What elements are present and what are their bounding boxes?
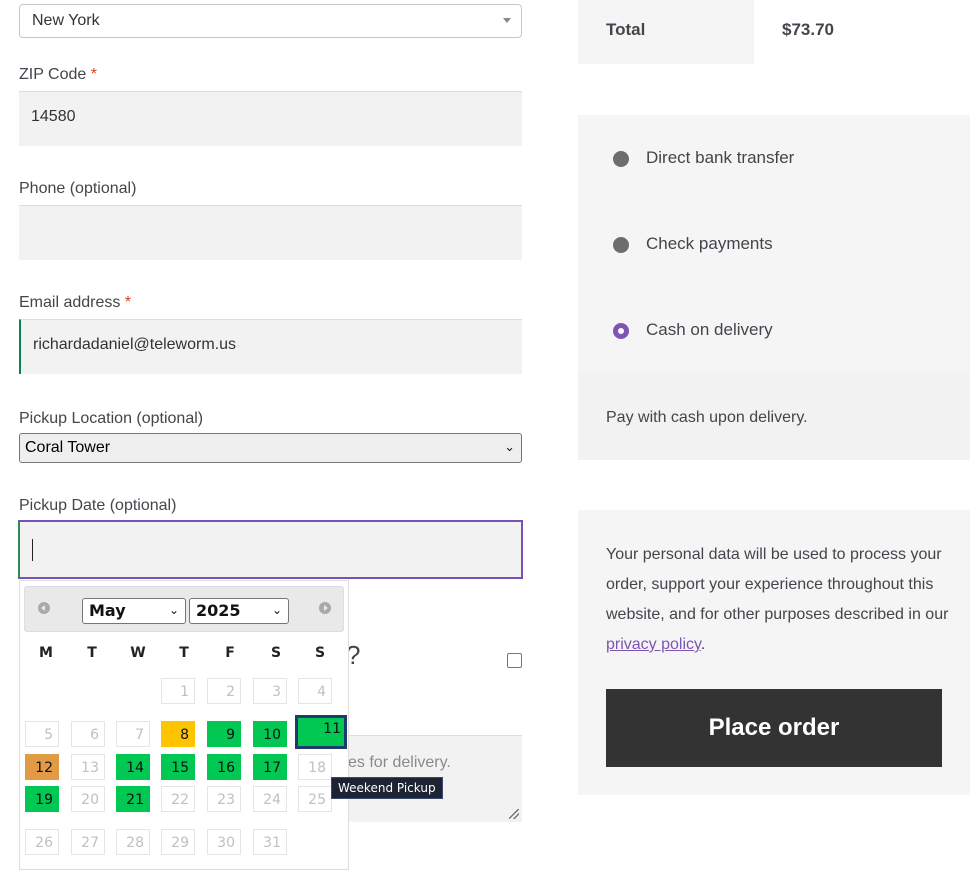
day-cell-21[interactable]: 21 [116,786,150,812]
weekday-mon: M [39,645,53,661]
weekday-tue: T [87,645,97,661]
privacy-policy-link[interactable]: privacy policy [606,636,701,653]
zip-input[interactable]: 14580 [19,91,522,146]
day-cell-24: 24 [253,786,287,812]
chevron-down-icon [503,18,511,23]
datepicker-tooltip: Weekend Pickup [331,777,443,799]
zip-label: ZIP Code * [19,66,97,84]
order-total-label: Total [606,20,646,39]
day-cell-29: 29 [161,829,195,855]
day-cell-15[interactable]: 15 [161,754,195,780]
pickup-date-label: Pickup Date (optional) [19,497,177,514]
privacy-panel: Your personal data will be used to proce… [578,510,970,795]
weekday-sat: S [270,645,282,661]
pickup-date-input[interactable] [18,520,523,579]
datepicker-popup: May ⌄ 2025 ⌄ M T W T F S S 1 2 3 4 5 6 7… [19,580,349,870]
zip-input-value: 14580 [31,108,76,125]
prev-month-icon[interactable] [38,602,50,614]
privacy-text: Your personal data will be used to proce… [606,540,956,660]
privacy-text-body: Your personal data will be used to proce… [606,546,949,623]
required-marker: * [124,294,132,311]
day-cell-4: 4 [298,678,332,704]
day-cell-3: 3 [253,678,287,704]
day-cell-17[interactable]: 17 [253,754,287,780]
day-cell-27: 27 [71,829,105,855]
payment-option-label: Check payments [646,234,773,253]
ship-different-checkbox[interactable] [507,653,522,668]
day-cell-9[interactable]: 9 [207,721,241,747]
weekday-wed: W [130,645,146,661]
datepicker-header: May ⌄ 2025 ⌄ [24,586,344,632]
day-cell-30: 30 [207,829,241,855]
payment-option-cheque[interactable]: Check payments [578,201,970,287]
payment-option-label: Cash on delivery [646,320,773,339]
payment-option-cod[interactable]: Cash on delivery [578,287,970,373]
day-cell-10[interactable]: 10 [253,721,287,747]
weekday-thu: T [179,645,189,661]
day-cell-2: 2 [207,678,241,704]
resize-grip-icon[interactable] [509,809,519,819]
pickup-location-value: Coral Tower [25,439,111,456]
day-cell-5: 5 [25,721,59,747]
day-cell-16[interactable]: 16 [207,754,241,780]
state-select-value: New York [32,12,100,29]
weekday-fri: F [225,645,235,661]
phone-label: Phone (optional) [19,180,137,197]
day-cell-19[interactable]: 19 [25,786,59,812]
required-marker: * [90,66,97,83]
day-cell-20: 20 [71,786,105,812]
total-label-cell [578,0,754,64]
day-cell-11[interactable]: 11 [295,715,347,749]
day-cell-22: 22 [161,786,195,812]
place-order-button[interactable]: Place order [606,689,942,767]
radio-button-checked[interactable] [613,323,629,339]
payment-option-bacs[interactable]: Direct bank transfer [578,115,970,201]
email-label-text: Email address [19,294,121,311]
pickup-location-label: Pickup Location (optional) [19,410,204,427]
day-cell-14[interactable]: 14 [116,754,150,780]
radio-button[interactable] [613,237,629,253]
day-cell-12[interactable]: 12 [25,754,59,780]
year-select[interactable]: 2025 ⌄ [189,598,289,624]
day-cell-28: 28 [116,829,150,855]
chevron-down-icon: ⌄ [504,439,515,454]
month-select[interactable]: May ⌄ [82,598,186,624]
email-input-value: richardadaniel@teleworm.us [33,336,236,353]
chevron-down-icon: ⌄ [271,603,282,617]
payment-description: Pay with cash upon delivery. [606,409,808,426]
next-month-icon[interactable] [319,602,331,614]
pickup-location-select[interactable]: Coral Tower ⌄ [19,433,522,463]
order-notes-placeholder: es for delivery. [348,754,451,771]
day-cell-13: 13 [71,754,105,780]
zip-label-text: ZIP Code [19,66,87,83]
radio-button[interactable] [613,151,629,167]
email-input[interactable]: richardadaniel@teleworm.us [19,319,522,374]
day-cell-26: 26 [25,829,59,855]
day-cell-23: 23 [207,786,241,812]
day-cell-7: 7 [116,721,150,747]
chevron-down-icon: ⌄ [168,603,179,617]
state-select[interactable]: New York [19,4,522,38]
day-cell-1: 1 [161,678,195,704]
day-cell-6: 6 [71,721,105,747]
phone-input[interactable] [19,205,522,260]
payment-option-label: Direct bank transfer [646,148,795,167]
year-select-value: 2025 [196,601,241,620]
day-cell-8[interactable]: 8 [161,721,195,747]
day-cell-25: 25 [298,786,332,812]
order-total-value: $73.70 [782,20,834,39]
text-cursor [32,539,33,561]
payment-methods-panel: Direct bank transfer Check payments Cash… [578,115,970,460]
day-cell-31: 31 [253,829,287,855]
privacy-text-end: . [700,636,706,653]
day-cell-18: 18 [298,754,332,780]
email-label: Email address * [19,294,131,312]
weekday-sun: S [314,645,326,661]
month-select-value: May [89,601,126,620]
